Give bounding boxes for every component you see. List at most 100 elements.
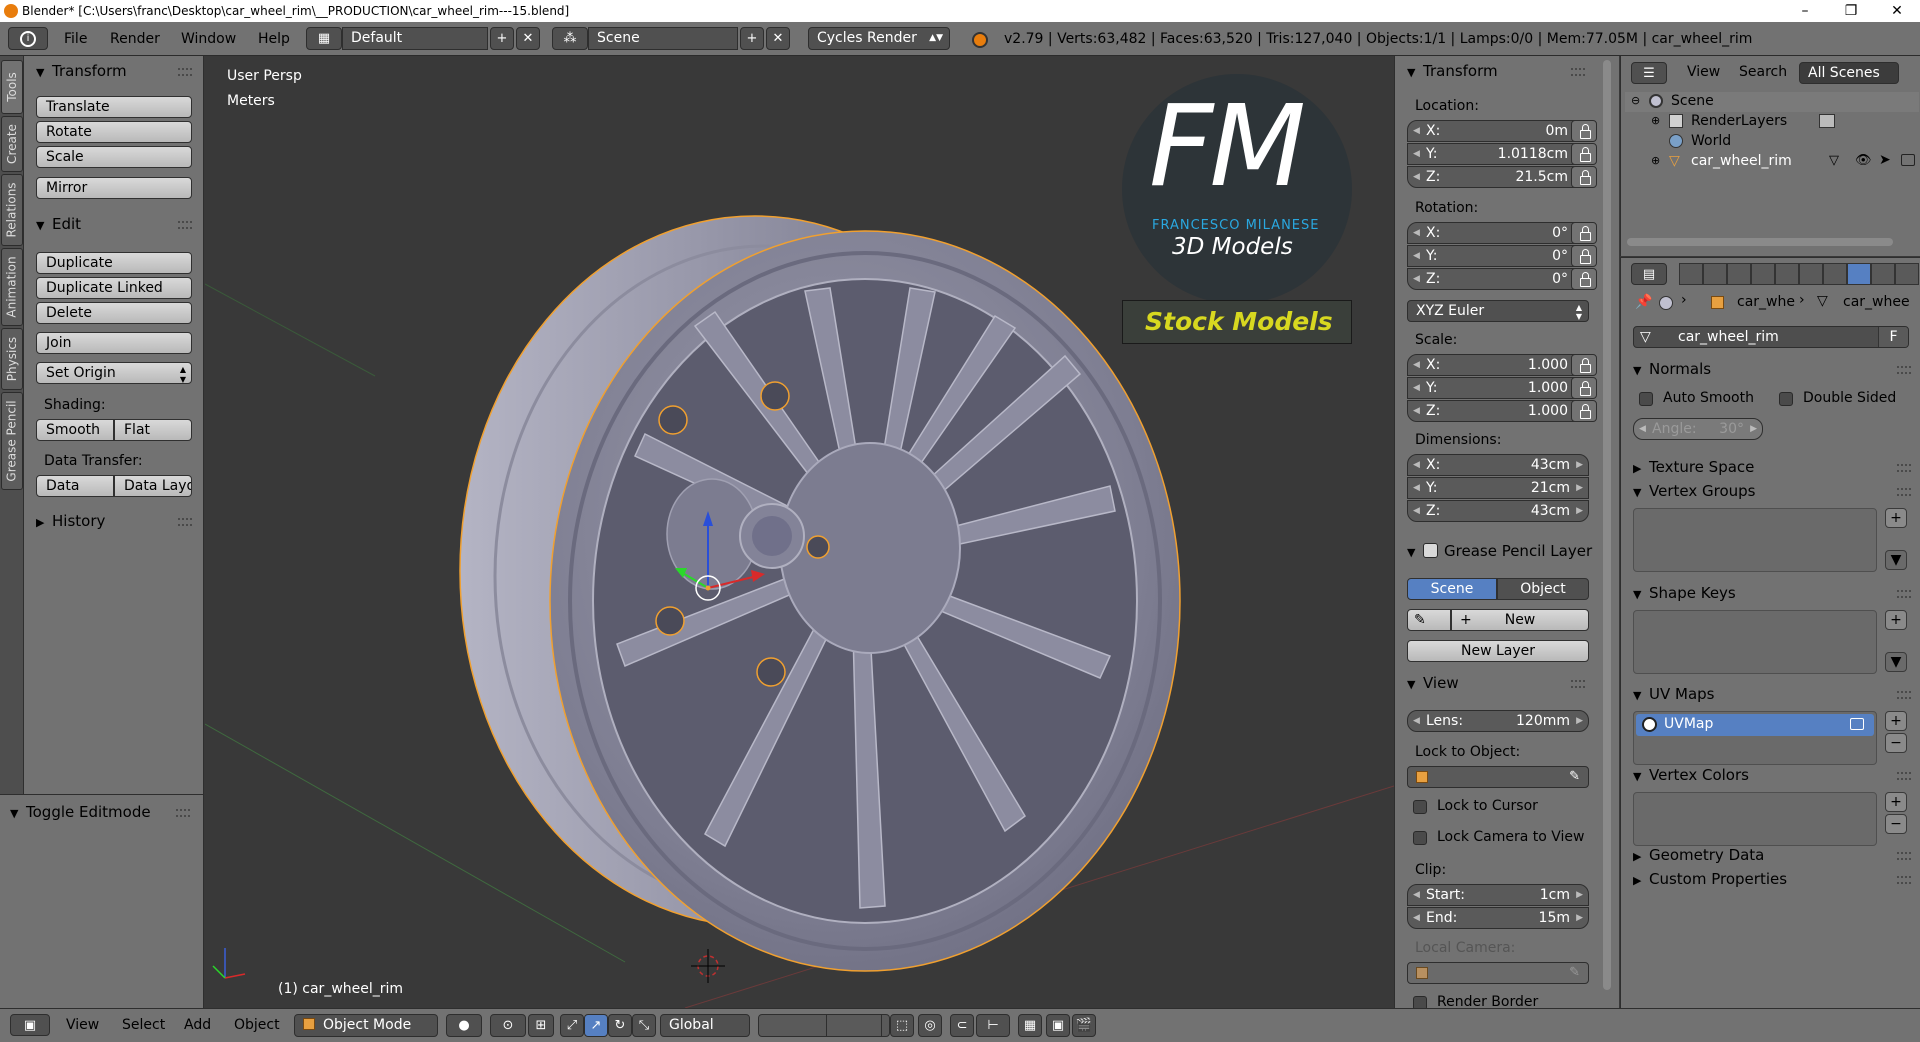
history-panel-header[interactable]: ▶ History — [36, 508, 105, 534]
vertex-groups-list[interactable] — [1633, 508, 1877, 572]
texture-tab-icon[interactable] — [1895, 263, 1919, 285]
grease-pencil-checkbox[interactable] — [1423, 543, 1438, 558]
panel-grip-icon[interactable] — [1897, 876, 1911, 884]
scale-y-field[interactable]: ◀Y:1.000▶ — [1407, 377, 1587, 399]
uvmap-list-item[interactable]: UVMap — [1636, 714, 1874, 736]
outliner-row-world[interactable]: World — [1625, 132, 1919, 152]
render-tab-icon[interactable] — [1679, 263, 1703, 285]
smooth-button[interactable]: Smooth — [36, 419, 114, 441]
remove-vertex-color-button[interactable]: − — [1885, 814, 1907, 834]
rotate-manipulator-icon[interactable]: ↻ — [608, 1014, 632, 1037]
lock-icon[interactable] — [1571, 354, 1597, 376]
tab-animation[interactable]: Animation — [1, 248, 23, 326]
material-tab-icon[interactable] — [1871, 263, 1895, 285]
manipulator-toggle-icon[interactable]: ⤢ — [560, 1014, 584, 1037]
panel-grip-icon[interactable] — [178, 221, 192, 229]
translate-button[interactable]: Translate — [36, 96, 192, 118]
shape-keys-list[interactable] — [1633, 610, 1877, 674]
selectable-cursor-icon[interactable]: ➤ — [1879, 152, 1891, 168]
add-vertex-color-button[interactable]: + — [1885, 792, 1907, 812]
pin-icon[interactable]: 📌 — [1635, 294, 1652, 310]
shape-key-specials-button[interactable]: ▼ — [1885, 652, 1907, 672]
panel-grip-icon[interactable] — [1897, 590, 1911, 598]
panel-grip-icon[interactable] — [178, 518, 192, 526]
local-camera-field[interactable]: ✎ — [1407, 962, 1589, 984]
delete-layout-icon[interactable]: ✕ — [516, 27, 540, 50]
outliner-row-scene[interactable]: ⊖ Scene — [1625, 92, 1919, 112]
lock-icon[interactable] — [1571, 377, 1597, 399]
expand-icon[interactable]: ⊕ — [1651, 154, 1660, 167]
active-render-camera-icon[interactable] — [1850, 718, 1864, 730]
lock-icon[interactable] — [1571, 120, 1597, 142]
pivot-point-select[interactable]: ⊙ — [490, 1014, 526, 1037]
close-button[interactable]: ✕ — [1874, 0, 1920, 22]
layout-name-field[interactable]: Default — [342, 27, 488, 50]
outliner-scrollbar[interactable] — [1627, 238, 1893, 246]
texture-space-header[interactable]: ▶ Texture Space — [1633, 454, 1754, 480]
panel-grip-icon[interactable] — [1897, 772, 1911, 780]
snap-target-select[interactable]: ⊢ — [976, 1014, 1010, 1037]
outliner-row-renderlayers[interactable]: ⊕ RenderLayers — [1625, 112, 1919, 132]
outliner-view-menu[interactable]: View — [1687, 64, 1720, 80]
layer-buttons-2[interactable] — [826, 1014, 882, 1037]
delete-button[interactable]: Delete — [36, 302, 192, 324]
eyedropper-icon[interactable]: ✎ — [1569, 963, 1580, 983]
panel-grip-icon[interactable] — [1897, 366, 1911, 374]
add-vertex-group-button[interactable]: + — [1885, 508, 1907, 528]
outliner-row-object[interactable]: ⊕ ▽ car_wheel_rim ▽ 👁 ➤ — [1625, 152, 1919, 172]
proportional-edit-icon[interactable]: ◎ — [918, 1014, 942, 1037]
vertex-groups-header[interactable]: ▼ Vertex Groups — [1633, 478, 1755, 504]
location-z-field[interactable]: ◀Z:21.5cm▶ — [1407, 166, 1587, 188]
scene-tab-icon[interactable] — [1727, 263, 1751, 285]
grease-object-tab[interactable]: Object — [1497, 578, 1589, 600]
view-panel-header[interactable]: ▼ View — [1407, 670, 1459, 696]
lock-object-field[interactable]: ✎ — [1407, 766, 1589, 788]
mesh-browse-icon[interactable]: ▽ — [1640, 327, 1651, 347]
clip-end-field[interactable]: ◀ End: 15m ▶ — [1407, 907, 1589, 929]
snap-element-icon[interactable]: ⊞ — [528, 1014, 554, 1037]
panel-grip-icon[interactable] — [1571, 680, 1585, 688]
vertex-colors-list[interactable] — [1633, 792, 1877, 846]
visibility-eye-icon[interactable]: 👁 — [1855, 153, 1872, 168]
duplicate-button[interactable]: Duplicate — [36, 252, 192, 274]
menu-object[interactable]: Object — [234, 1017, 280, 1033]
mesh-datablock-field[interactable]: ▽ car_wheel_rim F — [1633, 326, 1909, 348]
expand-icon[interactable]: ⊕ — [1651, 114, 1660, 127]
render-border-checkbox[interactable] — [1413, 996, 1427, 1008]
add-shape-key-button[interactable]: + — [1885, 610, 1907, 630]
flat-button[interactable]: Flat — [114, 419, 192, 441]
lens-field[interactable]: ◀ Lens: 120mm ▶ — [1407, 710, 1589, 732]
delete-scene-icon[interactable]: ✕ — [766, 27, 790, 50]
scale-manipulator-icon[interactable]: ⤡ — [632, 1014, 656, 1037]
add-layout-icon[interactable]: + — [490, 27, 514, 50]
grease-scene-tab[interactable]: Scene — [1407, 578, 1497, 600]
tab-physics[interactable]: Physics — [1, 328, 23, 390]
panel-grip-icon[interactable] — [1571, 68, 1585, 76]
modifiers-tab-icon[interactable] — [1823, 263, 1847, 285]
npanel-scrollbar[interactable] — [1603, 60, 1611, 990]
panel-grip-icon[interactable] — [1897, 852, 1911, 860]
new-layer-button[interactable]: New Layer — [1407, 640, 1589, 662]
lock-camera-checkbox[interactable] — [1413, 831, 1427, 845]
panel-grip-icon[interactable] — [1897, 464, 1911, 472]
mirror-button[interactable]: Mirror — [36, 177, 192, 199]
new-grease-datablock-button[interactable]: + New — [1451, 609, 1589, 631]
menu-add[interactable]: Add — [184, 1017, 211, 1033]
panel-grip-icon[interactable] — [1897, 691, 1911, 699]
tab-create[interactable]: Create — [1, 116, 23, 172]
uv-maps-list[interactable]: UVMap — [1633, 711, 1877, 765]
clip-start-field[interactable]: ◀ Start: 1cm ▶ — [1407, 884, 1589, 906]
lock-layers-icon[interactable]: ⬚ — [890, 1014, 914, 1037]
menu-file[interactable]: File — [64, 22, 87, 56]
data-layout-button[interactable]: Data Layo — [114, 475, 192, 497]
location-y-field[interactable]: ◀Y:1.0118cm▶ — [1407, 143, 1587, 165]
menu-view[interactable]: View — [66, 1017, 99, 1033]
join-button[interactable]: Join — [36, 332, 192, 354]
viewport-shading-select[interactable]: ● — [446, 1014, 482, 1037]
rotate-button[interactable]: Rotate — [36, 121, 192, 143]
editor-type-3dview-icon[interactable]: ▣ — [10, 1014, 50, 1036]
duplicate-linked-button[interactable]: Duplicate Linked — [36, 277, 192, 299]
npanel-transform-header[interactable]: ▼ Transform — [1407, 58, 1498, 84]
eyedropper-icon[interactable]: ✎ — [1569, 767, 1580, 787]
panel-grip-icon[interactable] — [1897, 488, 1911, 496]
